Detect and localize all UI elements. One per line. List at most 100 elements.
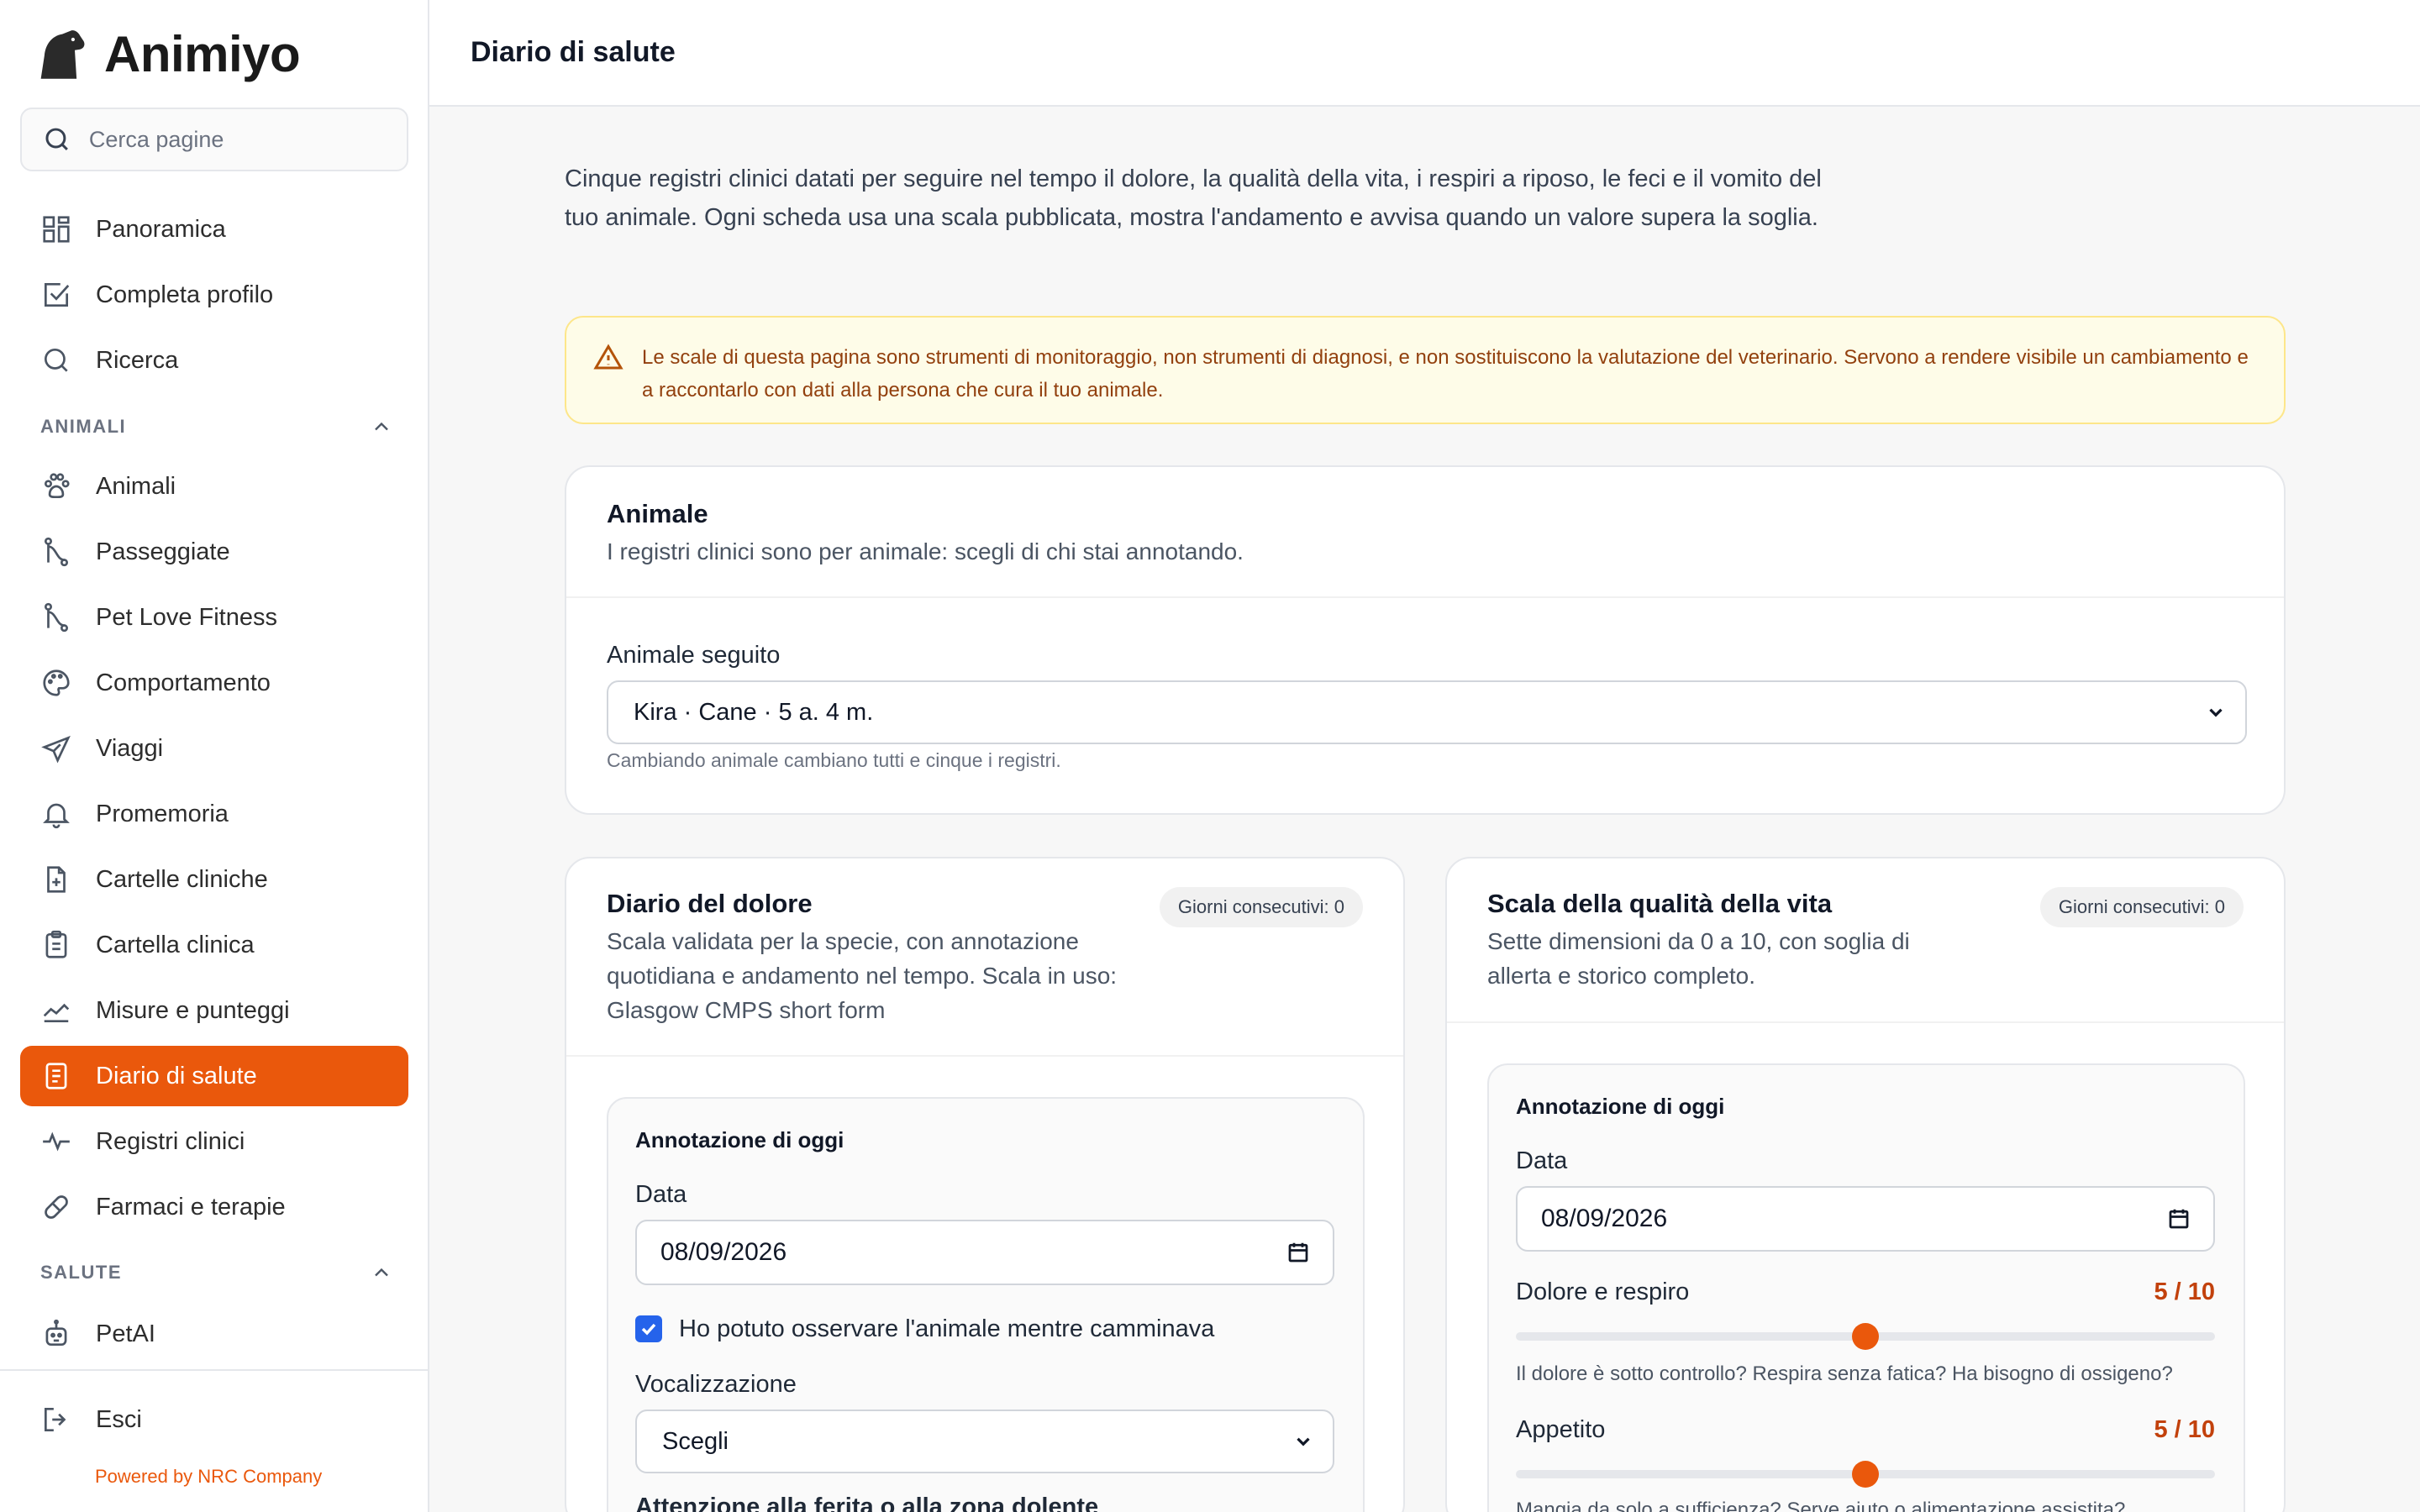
card-title: Animale — [607, 499, 708, 528]
sidebar-item-label: Registri clinici — [96, 1127, 245, 1155]
sidebar-item-label: Diario di salute — [96, 1062, 257, 1089]
sidebar-item-registri-clinici[interactable]: Registri clinici — [20, 1111, 408, 1172]
sidebar-item-comportamento[interactable]: Comportamento — [20, 653, 408, 713]
slider-hint: Il dolore è sotto controllo? Respira sen… — [1516, 1362, 2173, 1385]
sidebar-item-label: Ricerca — [96, 346, 179, 374]
card-subtitle: Sette dimensioni da 0 a 10, con soglia d… — [1487, 928, 1910, 989]
brand-name: Animiyo — [104, 25, 301, 82]
vocal-select-value: Scegli — [662, 1427, 729, 1455]
card-subtitle: Scala validata per la specie, con annota… — [607, 928, 1118, 1023]
slider-track[interactable] — [1516, 1323, 2215, 1350]
sidebar-item-label: Animali — [96, 472, 176, 500]
sidebar-item-viaggi[interactable]: Viaggi — [20, 718, 408, 779]
search-box[interactable] — [20, 108, 408, 171]
alert-text: Le scale di questa pagina sono strumenti… — [642, 346, 2249, 402]
animal-select-hint: Cambiando animale cambiano tutti e cinqu… — [607, 749, 1061, 771]
date-input[interactable]: 08/09/2026 — [1516, 1186, 2215, 1252]
route-icon — [44, 602, 69, 633]
slider-thumb[interactable] — [1852, 1323, 1879, 1350]
check-icon — [641, 1323, 656, 1336]
sidebar-item-passeggiate[interactable]: Passeggiate — [20, 522, 408, 582]
wound-attention-label: Attenzione alla ferita o alla zona dolen… — [635, 1494, 1099, 1512]
animal-card: Animale I registri clinici sono per anim… — [565, 465, 2286, 815]
slider-header: Dolore e respiro 5 / 10 — [1516, 1278, 2215, 1306]
grid-icon — [43, 216, 70, 243]
section-header-salute[interactable]: SALUTE — [40, 1261, 393, 1284]
chevron-up-icon — [375, 1268, 388, 1277]
clipboard-icon — [45, 930, 67, 958]
sidebar-divider — [0, 1369, 429, 1371]
sidebar-item-ricerca[interactable]: Ricerca — [20, 330, 408, 391]
slider-hint: Mangia da solo a sufficienza? Serve aiut… — [1516, 1499, 2126, 1512]
sidebar: Animiyo Panoramica Completa profilo Rice… — [0, 0, 429, 1512]
search-input[interactable] — [88, 126, 407, 153]
bot-icon — [45, 1319, 67, 1347]
sidebar-item-label: Cartelle cliniche — [96, 865, 268, 893]
vocal-label: Vocalizzazione — [635, 1371, 797, 1398]
chevron-down-icon — [1297, 1437, 1310, 1446]
slider-header: Appetito 5 / 10 — [1516, 1416, 2215, 1444]
sidebar-item-cartella-clinica[interactable]: Cartella clinica — [20, 915, 408, 975]
checkbox-icon — [44, 282, 70, 307]
calendar-icon — [1288, 1242, 1308, 1263]
calendar-icon — [2169, 1209, 2189, 1229]
sidebar-item-label: Cartella clinica — [96, 931, 255, 958]
slider-value: 5 / 10 — [2154, 1278, 2215, 1305]
sidebar-item-label: Pet Love Fitness — [96, 603, 277, 631]
sidebar-item-label: PetAI — [96, 1320, 155, 1347]
slider-thumb[interactable] — [1852, 1461, 1879, 1488]
sidebar-item-promemoria[interactable]: Promemoria — [20, 784, 408, 844]
divider — [1447, 1021, 2284, 1023]
today-entry-panel: Annotazione di oggi Data 08/09/2026 Ho p… — [607, 1097, 1365, 1512]
panel-title: Annotazione di oggi — [635, 1127, 844, 1152]
section-header-animali[interactable]: ANIMALI — [40, 415, 393, 438]
brand-logo[interactable]: Animiyo — [32, 24, 301, 84]
chevron-down-icon — [2209, 708, 2223, 717]
sidebar-item-completa-profilo[interactable]: Completa profilo — [20, 265, 408, 325]
slider-label: Appetito — [1516, 1416, 1606, 1443]
observed-walking-checkbox[interactable] — [635, 1315, 662, 1342]
disclaimer-alert: Le scale di questa pagina sono strumenti… — [565, 316, 2286, 424]
divider — [566, 1055, 1403, 1057]
card-subtitle: I registri clinici sono per animale: sce… — [607, 538, 1244, 564]
streak-badge: Giorni consecutivi: 0 — [1159, 887, 1363, 927]
date-label: Data — [635, 1181, 687, 1208]
slider-value: 5 / 10 — [2154, 1416, 2215, 1443]
sidebar-item-animali[interactable]: Animali — [20, 456, 408, 517]
date-input[interactable]: 08/09/2026 — [635, 1220, 1334, 1285]
sidebar-item-label: Farmaci e terapie — [96, 1193, 286, 1221]
today-entry-panel: Annotazione di oggi Data 08/09/2026 Dolo… — [1487, 1063, 2245, 1512]
pain-diary-card: Diario del dolore Scala validata per la … — [565, 857, 1405, 1512]
sidebar-item-label: Misure e punteggi — [96, 996, 290, 1024]
animal-select[interactable]: Kira · Cane · 5 a. 4 m. — [607, 680, 2247, 744]
plane-icon — [41, 735, 71, 764]
sidebar-item-cartelle-cliniche[interactable]: Cartelle cliniche — [20, 849, 408, 910]
panel-title: Annotazione di oggi — [1516, 1094, 1725, 1119]
date-value: 08/09/2026 — [660, 1238, 787, 1266]
section-label: SALUTE — [40, 1262, 122, 1283]
date-value: 08/09/2026 — [1541, 1205, 1668, 1232]
notebook-icon — [45, 1063, 67, 1089]
logout-button[interactable]: Esci — [20, 1389, 408, 1450]
topbar: Diario di salute — [429, 0, 2420, 107]
logout-icon — [44, 1407, 66, 1432]
vocal-select[interactable]: Scegli — [635, 1410, 1334, 1473]
chart-line-icon — [43, 1003, 70, 1023]
sidebar-item-label: Promemoria — [96, 800, 229, 827]
field-label: Animale seguito — [607, 642, 781, 669]
animal-select-value: Kira · Cane · 5 a. 4 m. — [634, 698, 874, 726]
date-label: Data — [1516, 1147, 1568, 1174]
sidebar-item-pet-love-fitness[interactable]: Pet Love Fitness — [20, 587, 408, 648]
pulse-icon — [43, 1131, 70, 1152]
powered-by[interactable]: Powered by NRC Company — [95, 1466, 322, 1488]
sidebar-item-misure-e-punteggi[interactable]: Misure e punteggi — [20, 980, 408, 1041]
sidebar-item-label: Passeggiate — [96, 538, 230, 565]
sidebar-item-label: Viaggi — [96, 734, 164, 762]
sidebar-item-petai[interactable]: PetAI — [20, 1304, 408, 1364]
card-title: Diario del dolore — [607, 889, 813, 918]
sidebar-item-panoramica[interactable]: Panoramica — [20, 199, 408, 260]
sidebar-item-farmaci-e-terapie[interactable]: Farmaci e terapie — [20, 1177, 408, 1237]
slider-track[interactable] — [1516, 1461, 2215, 1488]
sidebar-item-label: Completa profilo — [96, 281, 274, 308]
sidebar-item-diario-di-salute[interactable]: Diario di salute — [20, 1046, 408, 1106]
